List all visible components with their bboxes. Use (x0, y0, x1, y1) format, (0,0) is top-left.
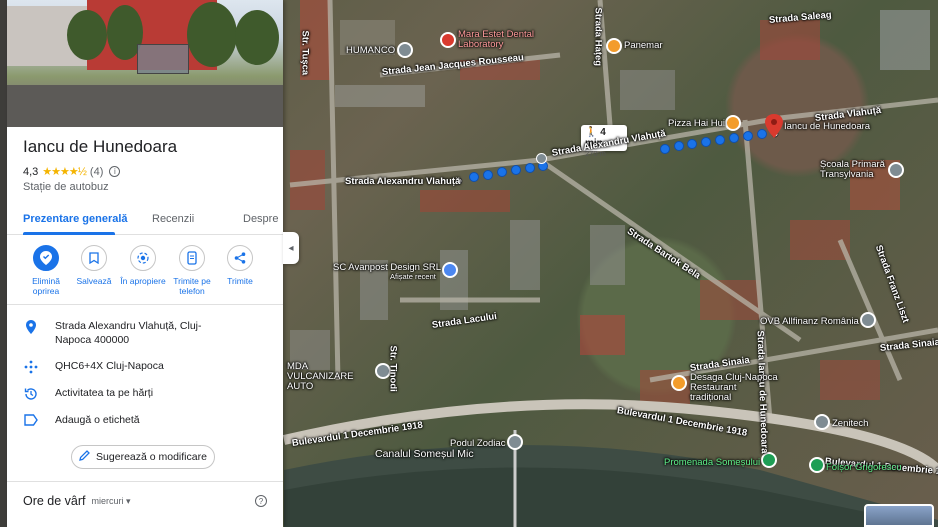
poi-pin-podul[interactable] (507, 434, 523, 450)
photo-road (7, 85, 283, 127)
save-button[interactable]: Salvează (66, 245, 122, 286)
plus-code-text: QHC6+4X Cluj-Napoca (55, 360, 164, 372)
reviews-count[interactable]: (4) (90, 166, 103, 178)
phone-icon (179, 245, 205, 271)
poi-pin-panemar[interactable] (606, 38, 622, 54)
place-tabs: Prezentare generală Recenzii Despre (7, 207, 283, 235)
share-label: Trimite (227, 276, 253, 286)
map-label-ovb: OVB Allfinanz România (760, 316, 859, 327)
photo-bus-shelter (137, 44, 189, 74)
destination-pin-icon[interactable] (765, 114, 783, 138)
plus-code-icon (23, 359, 39, 374)
popular-times-title: Ore de vârf (23, 494, 86, 508)
map-label-scoala: Școala Primară Transylvania (820, 159, 885, 180)
location-pin-icon (23, 319, 39, 334)
pencil-icon (79, 450, 90, 464)
map-label-desaga: Desaga Cluj-Napoca Restaurant tradiționa… (690, 372, 778, 403)
photo-tree (187, 2, 237, 67)
rating-value: 4,3 (23, 165, 39, 178)
walk-icon: 🚶 (585, 127, 598, 138)
place-category[interactable]: Stație de autobuz (23, 181, 267, 193)
nearby-icon (130, 245, 156, 271)
poi-pin-promenada[interactable] (761, 452, 777, 468)
address-text: Strada Alexandru Vlahuță, Cluj-Napoca 40… (55, 320, 202, 346)
bookmark-icon (81, 245, 107, 271)
poi-pin-desaga[interactable] (671, 375, 687, 391)
photo-tree (67, 10, 107, 60)
share-icon (227, 245, 253, 271)
collapse-panel-button[interactable]: ◂ (283, 232, 299, 264)
map-label-iancu: Iancu de Hunedoara (784, 121, 871, 132)
save-label: Salvează (76, 276, 112, 286)
poi-pin-avanpost[interactable] (442, 262, 458, 278)
place-photo[interactable] (7, 0, 283, 127)
activity-text: Activitatea ta pe hărți (55, 387, 154, 399)
suggest-edit-label: Sugerează o modificare (96, 451, 207, 463)
left-edge-strip (0, 0, 7, 527)
map-label-canal: Canalul Someșul Mic (375, 448, 474, 460)
place-details: Strada Alexandru Vlahuță, Cluj-Napoca 40… (7, 305, 283, 433)
poi-pin-humanco[interactable] (397, 42, 413, 58)
tab-reviews[interactable]: Recenzii (152, 213, 194, 225)
plus-code-row[interactable]: QHC6+4X Cluj-Napoca (7, 353, 283, 380)
bus-stop-pin[interactable] (536, 153, 547, 164)
info-icon[interactable]: i (109, 166, 121, 177)
poi-pin-foisor[interactable] (809, 457, 825, 473)
layers-thumbnail[interactable] (864, 504, 934, 527)
action-buttons: Elimină oprirea Salvează În apropiere Tr… (7, 235, 283, 305)
add-label-row[interactable]: Adaugă o etichetă (7, 407, 283, 433)
map-label-avanpost-sub: Afișate recent (390, 272, 436, 281)
map-label-mda: MDA VULCANIZARE AUTO (287, 361, 354, 392)
map-label-zenitech: Zenitech (832, 418, 869, 429)
map-label-street-tinodi: Str. Tinodi (387, 345, 399, 392)
rating-stars-icon: ★★★★½ (42, 166, 87, 178)
nearby-button[interactable]: În apropiere (115, 245, 171, 286)
poi-pin-zenitech[interactable] (814, 414, 830, 430)
activity-row[interactable]: Activitatea ta pe hărți (7, 380, 283, 407)
poi-pin-pizza[interactable] (725, 115, 741, 131)
photo-tree (235, 10, 279, 65)
popular-times-header: Ore de vârf miercuri ▾ ? (7, 482, 283, 508)
tab-about[interactable]: Despre (243, 213, 278, 225)
map-label-pizza: Pizza Hai Hui (668, 118, 726, 129)
pin-icon (33, 245, 59, 271)
address-row[interactable]: Strada Alexandru Vlahuță, Cluj-Napoca 40… (7, 313, 283, 353)
map-label-street-hateg: Strada Hațeg (592, 7, 604, 67)
poi-pin-mara[interactable] (440, 32, 456, 48)
share-button[interactable]: Trimite (212, 245, 268, 286)
map-label-street-tusca: Str. Tuşca (299, 30, 311, 76)
history-icon (23, 386, 39, 401)
suggest-edit-button[interactable]: Sugerează o modificare (71, 445, 215, 469)
chevron-left-icon: ◂ (288, 242, 294, 254)
tab-overview[interactable]: Prezentare generală (23, 213, 128, 225)
add-label-text: Adaugă o etichetă (55, 414, 140, 426)
place-title: Iancu de Hunedoara (23, 137, 178, 156)
label-icon (23, 413, 39, 426)
map-label-humanco: HUMANCO (346, 45, 396, 56)
place-panel: Iancu de Hunedoara 4,3 ★★★★½ (4) i Stați… (7, 0, 283, 527)
map-label-mara: Mara Estet Dental Laboratory (458, 29, 535, 50)
map-label-promenada: Promenada Someșului (664, 457, 761, 468)
rating-row: 4,3 ★★★★½ (4) i (23, 165, 267, 178)
map-label-foisor: Foișor Grigorescu (826, 462, 902, 473)
nearby-label: În apropiere (120, 276, 166, 286)
map-label-street-vlahuta-w: Strada Alexandru Vlahuță (345, 176, 461, 187)
map-label-panemar: Panemar (624, 40, 663, 51)
day-selector[interactable]: miercuri ▾ (92, 496, 131, 507)
poi-pin-ovb[interactable] (860, 312, 876, 328)
help-icon[interactable]: ? (255, 495, 267, 507)
